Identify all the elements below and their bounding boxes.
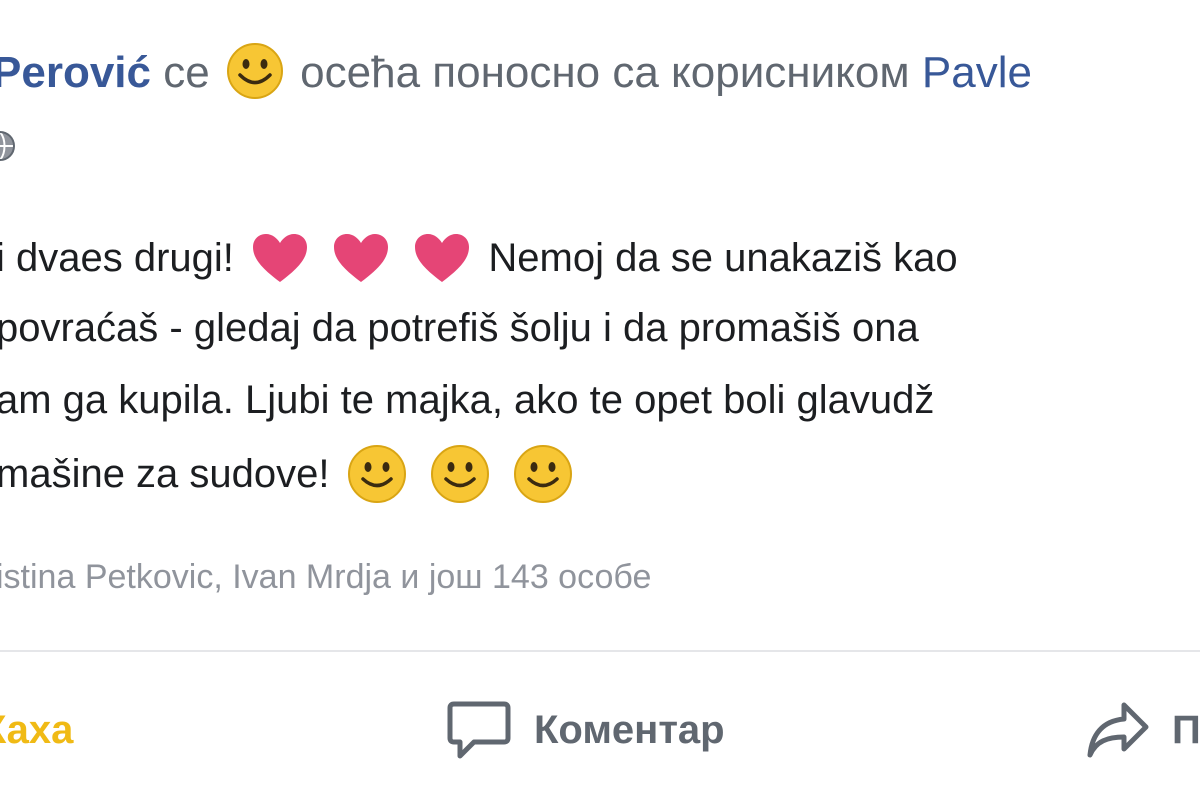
- tagged-user-link[interactable]: Pavle: [922, 48, 1032, 97]
- post-text-segment: i dvaes drugi!: [0, 236, 234, 280]
- smile-emoji-icon: [226, 43, 283, 100]
- feeling-prefix: се: [163, 48, 210, 97]
- post-text-line-3: am ga kupila. Ljubi te majka, ako te ope…: [0, 372, 934, 428]
- heart-emoji-icon: [415, 234, 470, 283]
- share-arrow-icon: [1087, 702, 1149, 758]
- heart-emoji-icon: [334, 234, 389, 283]
- post-header: Perović се осећа поносно са корисником P…: [0, 38, 1032, 108]
- post-text-segment: am ga kupila. Ljubi te majka, ako te ope…: [0, 378, 935, 422]
- post-text-line-4: mašine za sudove!: [0, 445, 579, 506]
- share-label: П: [1172, 708, 1200, 752]
- post-text-segment: povraćaš - gledaj da potrefiš šolju i da…: [0, 306, 919, 350]
- heart-emoji-icon: [253, 234, 308, 283]
- comment-bubble-icon: [447, 701, 511, 759]
- comment-button[interactable]: Коментар: [446, 700, 725, 760]
- reactions-summary[interactable]: istina Petkovic, Ivan Mrdja и још 143 ос…: [0, 552, 651, 602]
- smile-emoji-icon: [347, 445, 406, 504]
- post-text-line-1: i dvaes drugi! Nemoj da se unakaziš kao: [0, 230, 958, 286]
- haha-button[interactable]: Хаха: [0, 700, 73, 760]
- smile-emoji-icon: [513, 445, 572, 504]
- comment-label: Коментар: [534, 708, 725, 752]
- share-button[interactable]: П: [1086, 700, 1200, 760]
- divider: [0, 650, 1200, 652]
- post-text-line-2: povraćaš - gledaj da potrefiš šolju i da…: [0, 300, 919, 356]
- smile-emoji-icon: [430, 445, 489, 504]
- globe-icon[interactable]: [0, 130, 16, 162]
- post-text-segment: mašine za sudove!: [0, 452, 330, 496]
- post-text-segment: Nemoj da se unakaziš kao: [488, 236, 958, 280]
- author-name[interactable]: Perović: [0, 48, 151, 97]
- feeling-text: осећа поносно са корисником: [300, 48, 910, 97]
- haha-label: Хаха: [0, 708, 74, 752]
